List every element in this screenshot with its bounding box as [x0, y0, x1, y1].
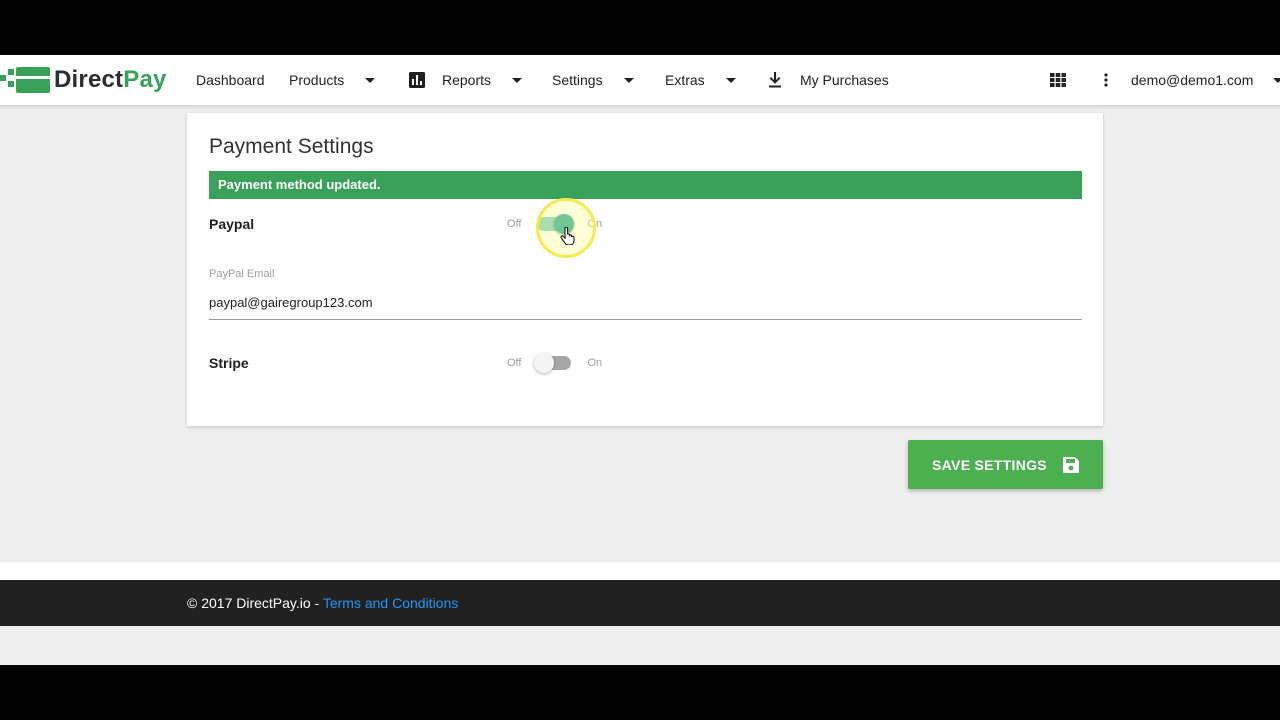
nav-dashboard[interactable]: Dashboard	[196, 55, 265, 105]
logo-mark-icon	[0, 67, 52, 93]
caret-down-icon	[1273, 77, 1280, 83]
logo-text-direct: Direct	[54, 66, 124, 93]
save-settings-label: SAVE SETTINGS	[932, 456, 1047, 473]
caret-down-icon	[725, 77, 736, 83]
logo-text-pay: Pay	[123, 66, 167, 93]
directpay-logo[interactable]: DirectPay	[0, 63, 167, 97]
save-icon	[1062, 456, 1079, 473]
app-screen: DirectPay Dashboard Products Reports Set…	[0, 55, 1280, 665]
stripe-switch[interactable]: Off On	[507, 353, 602, 373]
nav-user-email: demo@demo1.com	[1131, 72, 1254, 88]
stripe-toggle[interactable]	[534, 353, 572, 373]
footer-top-band	[0, 562, 1280, 580]
page-title: Payment Settings	[209, 135, 374, 158]
nav-reports[interactable]: Reports	[409, 55, 523, 105]
nav-products[interactable]: Products	[289, 55, 376, 105]
download-icon	[769, 72, 781, 88]
nav-settings[interactable]: Settings	[552, 55, 634, 105]
nav-dashboard-label: Dashboard	[196, 72, 265, 88]
save-settings-button[interactable]: SAVE SETTINGS	[908, 440, 1103, 489]
bar-chart-icon	[409, 72, 425, 88]
caret-down-icon	[365, 77, 376, 83]
nav-products-label: Products	[289, 72, 345, 88]
footer-copyright: © 2017 DirectPay.io -	[187, 595, 323, 611]
caret-down-icon	[512, 77, 523, 83]
apps-grid-button[interactable]	[1050, 55, 1066, 105]
nav-settings-label: Settings	[552, 72, 603, 88]
more-options-button[interactable]	[1104, 55, 1108, 105]
payment-settings-card: Payment Settings Payment method updated.…	[187, 113, 1103, 426]
paypal-switch-off-label: Off	[507, 218, 522, 230]
top-navbar: DirectPay Dashboard Products Reports Set…	[0, 55, 1280, 106]
stripe-toggle-knob	[534, 353, 555, 373]
paypal-email-label: PayPal Email	[209, 268, 275, 280]
logo-text: DirectPay	[54, 66, 167, 94]
nav-extras-label: Extras	[665, 72, 705, 88]
hand-pointer-icon	[560, 227, 575, 245]
success-alert: Payment method updated.	[209, 171, 1082, 199]
stripe-switch-off-label: Off	[507, 357, 522, 369]
paypal-label: Paypal	[209, 216, 255, 232]
stripe-label: Stripe	[209, 355, 249, 371]
apps-grid-icon	[1050, 73, 1066, 87]
footer: © 2017 DirectPay.io - Terms and Conditio…	[0, 580, 1280, 626]
caret-down-icon	[623, 77, 634, 83]
terms-link[interactable]: Terms and Conditions	[323, 595, 458, 611]
footer-text: © 2017 DirectPay.io - Terms and Conditio…	[187, 595, 458, 611]
nav-reports-label: Reports	[442, 72, 492, 88]
nav-my-purchases[interactable]: My Purchases	[768, 55, 889, 105]
nav-extras[interactable]: Extras	[665, 55, 736, 105]
nav-my-purchases-label: My Purchases	[800, 72, 889, 88]
stripe-switch-on-label: On	[587, 357, 603, 369]
nav-user-menu[interactable]: demo@demo1.com	[1131, 55, 1280, 105]
paypal-email-input[interactable]	[209, 285, 1082, 320]
more-vert-icon	[1104, 73, 1108, 87]
